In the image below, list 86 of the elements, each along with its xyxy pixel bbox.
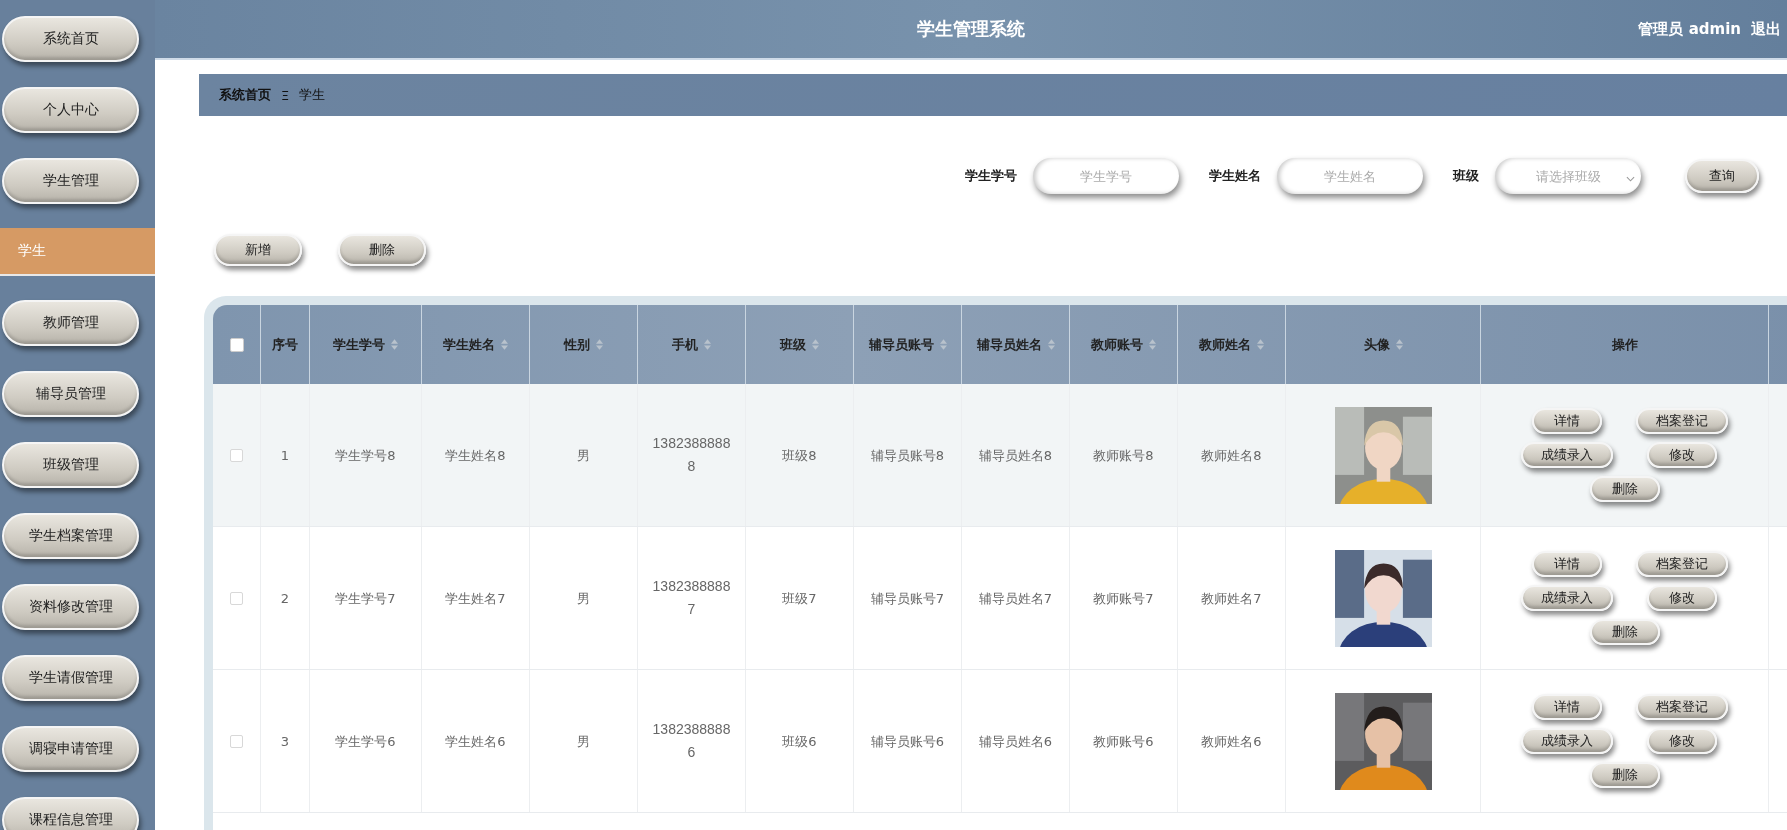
table-cell-text: 教师姓名8 (1201, 446, 1262, 465)
table-cell-text: 学生学号8 (335, 446, 396, 465)
table-cell-text: 辅导员姓名7 (978, 589, 1053, 608)
table-cell-text: 学生姓名6 (445, 732, 506, 751)
table-cell-text: 教师账号8 (1093, 446, 1154, 465)
sidebar-item[interactable]: 学生管理 (2, 157, 139, 204)
sort-icon[interactable] (1257, 339, 1264, 350)
sort-icon[interactable] (596, 339, 603, 350)
sidebar-item[interactable]: 学生请假管理 (2, 654, 139, 701)
table-cell-text: 辅导员账号6 (870, 732, 945, 751)
chevron-down-icon (1626, 176, 1635, 182)
delete-button[interactable]: 删除 (338, 234, 426, 266)
add-button[interactable]: 新增 (214, 234, 302, 266)
action-button[interactable]: 详情 (1531, 694, 1602, 720)
table-cell-text: 学生学号6 (335, 732, 396, 751)
row-checkbox[interactable] (230, 734, 243, 748)
action-button[interactable]: 档案登记 (1636, 551, 1729, 577)
table-cell-text: 辅导员姓名8 (978, 446, 1053, 465)
action-button[interactable]: 成绩录入 (1520, 442, 1613, 468)
table-cell-text: 学生学号7 (335, 589, 396, 608)
table-cell-text: 13823888887 (651, 577, 732, 619)
sidebar-item[interactable]: 教师管理 (2, 299, 139, 346)
row-checkbox[interactable] (230, 448, 243, 462)
action-button[interactable]: 删除 (1589, 619, 1660, 645)
table-cell-text: 1 (280, 446, 290, 465)
field-label: 学生学号 (965, 167, 1017, 185)
table-cell-text: 班级6 (782, 732, 817, 751)
sort-icon[interactable] (391, 339, 398, 350)
search-field[interactable]: 学生学号 (1033, 158, 1179, 194)
table-cell-text: 辅导员账号8 (870, 446, 945, 465)
action-button[interactable]: 修改 (1647, 585, 1718, 611)
table-cell-text: 学生姓名7 (445, 589, 506, 608)
app-title: 学生管理系统 (917, 17, 1025, 41)
action-button[interactable]: 详情 (1531, 408, 1602, 434)
sidebar-item[interactable]: 课程信息管理 (2, 796, 139, 830)
sort-icon[interactable] (501, 339, 508, 350)
sidebar-item[interactable]: 班级管理 (2, 441, 139, 488)
sort-icon[interactable] (1047, 339, 1055, 350)
table-cell-text: 男 (577, 446, 590, 465)
table-cell-text: 学生姓名8 (445, 446, 506, 465)
select-all-checkbox[interactable] (229, 337, 244, 352)
class-select[interactable]: 请选择班级 (1495, 158, 1641, 194)
action-button[interactable]: 修改 (1647, 728, 1718, 754)
action-button[interactable]: 成绩录入 (1520, 728, 1613, 754)
query-button[interactable]: 查询 (1685, 159, 1759, 193)
user-label: 管理员 admin (1638, 19, 1741, 39)
table-cell-text: 辅导员账号7 (870, 589, 945, 608)
field-label: 学生姓名 (1209, 167, 1261, 185)
action-button[interactable]: 删除 (1589, 476, 1660, 502)
sort-icon[interactable] (812, 339, 819, 350)
table-cell-text: 班级7 (782, 589, 817, 608)
sidebar-item[interactable]: 个人中心 (2, 86, 139, 133)
sort-icon[interactable] (1395, 339, 1403, 350)
table-cell-text: 13823888888 (651, 434, 732, 476)
action-button[interactable]: 详情 (1531, 551, 1602, 577)
table-cell-text: 教师姓名7 (1201, 589, 1262, 608)
table-cell-text: 教师账号7 (1093, 589, 1154, 608)
action-button[interactable]: 删除 (1589, 762, 1660, 788)
table-cell-text: 男 (577, 732, 590, 751)
sidebar-item[interactable]: 系统首页 (2, 15, 139, 62)
table-cell-text: 3 (280, 732, 290, 751)
sidebar-item[interactable]: 学生档案管理 (2, 512, 139, 559)
table-cell-text: 13823888886 (651, 720, 732, 762)
sidebar-item[interactable]: 调寝申请管理 (2, 725, 139, 772)
breadcrumb-link[interactable]: 学生 (299, 86, 326, 104)
sort-icon[interactable] (704, 339, 711, 350)
field-label: 班级 (1453, 167, 1479, 185)
sort-icon[interactable] (939, 339, 947, 350)
table-cell-text: 辅导员姓名6 (978, 732, 1053, 751)
table-cell-text: 男 (577, 589, 590, 608)
table-cell-text: 班级8 (782, 446, 817, 465)
sidebar-item[interactable]: 辅导员管理 (2, 370, 139, 417)
row-checkbox[interactable] (230, 591, 243, 605)
table-cell-text: 2 (280, 589, 290, 608)
breadcrumb-separator: Ξ (281, 87, 290, 103)
action-button[interactable]: 修改 (1647, 442, 1718, 468)
sidebar-item[interactable]: 资料修改管理 (2, 583, 139, 630)
action-button[interactable]: 成绩录入 (1520, 585, 1613, 611)
breadcrumb-link[interactable]: 系统首页 (219, 86, 271, 104)
table-cell-text: 教师姓名6 (1201, 732, 1262, 751)
search-field[interactable]: 学生姓名 (1277, 158, 1423, 194)
table-cell-text: 教师账号6 (1093, 732, 1154, 751)
sort-icon[interactable] (1149, 339, 1156, 350)
action-button[interactable]: 档案登记 (1636, 408, 1729, 434)
logout-link[interactable]: 退出 (1751, 19, 1781, 39)
action-button[interactable]: 档案登记 (1636, 694, 1729, 720)
